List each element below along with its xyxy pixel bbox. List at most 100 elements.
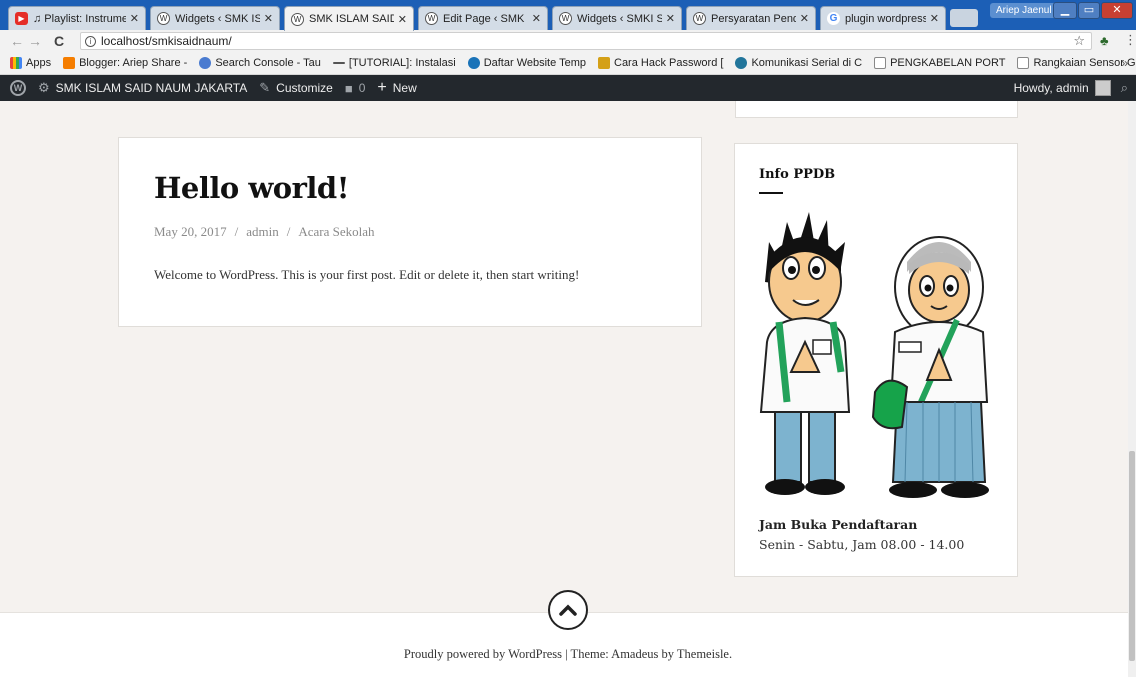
close-tab-icon[interactable]: ✕ [930,12,939,25]
address-bar[interactable]: i localhost/smkisaidnaum/ ☆ [80,32,1092,50]
howdy-label: Howdy, admin [1013,81,1089,95]
bookmark-label: [TUTORIAL]: Instalasi [348,57,456,69]
bookmark-item[interactable]: Rangkaian Sensor Ge [1017,57,1136,69]
post-author[interactable]: admin [246,224,279,239]
widget-subtitle: Jam Buka Pendaftaran [759,517,918,532]
close-tab-icon[interactable]: ✕ [264,12,273,25]
footer-credits[interactable]: Proudly powered by WordPress | Theme: Am… [0,647,1136,662]
bookmark-item[interactable]: Blogger: Ariep Share - [63,57,187,69]
post-excerpt: Welcome to WordPress. This is your first… [154,267,580,282]
tab-title: Persyaratan Pendaft [711,12,796,25]
extension-icon[interactable]: ♣ [1100,33,1109,48]
tab-title: Widgets ‹ SMK ISLA [175,12,260,25]
close-tab-icon[interactable]: ✕ [130,12,139,25]
plus-icon: + [377,79,387,96]
brush-icon: ✎ [259,80,271,95]
browser-toolbar: ← → C i localhost/smkisaidnaum/ ☆ ♣ ⋮ [0,30,1136,52]
post-date[interactable]: May 20, 2017 [154,224,227,239]
boy-student-figure [759,212,851,495]
close-tab-icon[interactable]: ✕ [800,12,809,25]
dash-icon [332,62,345,64]
girl-student-figure [871,236,989,498]
site-name-label: SMK ISLAM SAID NAUM JAKARTA [55,81,248,95]
dashboard-icon: ⚙ [38,80,50,95]
account-menu[interactable]: Howdy, admin ⌕ [1014,75,1128,101]
bookmark-apps[interactable]: Apps [10,57,51,69]
browser-menu-icon[interactable]: ⋮ [1124,32,1136,48]
widget-divider [759,192,783,194]
bookmark-label: Blogger: Ariep Share - [79,57,188,69]
reload-icon[interactable]: C [50,33,68,49]
close-window-button[interactable]: ✕ [1101,2,1133,19]
tab-title: ♫ Playlist: Instrume [33,12,126,25]
site-name-link[interactable]: ⚙ SMK ISLAM SAID NAUM JAKARTA [38,80,247,96]
browser-tab-strip: ▶ ♫ Playlist: Instrume ✕ W Widgets ‹ SMK… [0,0,1136,31]
scrollbar-thumb[interactable] [1129,451,1135,661]
more-bookmarks-button[interactable]: » [1121,56,1128,70]
close-tab-icon[interactable]: ✕ [532,12,541,25]
blogger-icon [63,57,76,69]
customize-label: Customize [276,81,333,95]
browser-tab[interactable]: W Widgets ‹ SMK ISLA ✕ [150,6,280,30]
page-scrollbar[interactable] [1128,101,1136,677]
meta-separator: / [234,224,239,239]
post-meta: May 20, 2017 / admin / Acara Sekolah [154,224,375,240]
close-tab-icon[interactable]: ✕ [666,12,675,25]
minimize-button[interactable]: ▁ [1053,2,1077,19]
apps-grid-icon [10,57,22,69]
bookmark-star-icon[interactable]: ☆ [1073,33,1085,49]
customize-link[interactable]: ✎ Customize [259,80,333,96]
wordpress-icon: W [157,12,170,25]
browser-tab[interactable]: W Widgets ‹ SMKI Said ✕ [552,6,682,30]
bookmarks-bar: Apps Blogger: Ariep Share - Search Conso… [0,52,1136,75]
post-category[interactable]: Acara Sekolah [298,224,374,239]
post-title[interactable]: Hello world! [154,171,349,205]
wordpress-icon [735,57,748,69]
browser-tab[interactable]: ▶ ♫ Playlist: Instrume ✕ [8,6,146,30]
new-label: New [392,81,417,95]
bookmark-item[interactable]: [TUTORIAL]: Instalasi [332,57,456,69]
search-icon[interactable]: ⌕ [1121,80,1128,96]
chevron-up-icon [559,604,577,616]
tab-title: SMK ISLAM SAID N/ [309,13,394,25]
bookmark-label: Search Console - Tau [215,57,321,69]
new-content-link[interactable]: + New [377,79,416,97]
meta-separator: / [286,224,291,239]
maximize-button[interactable]: ▭ [1078,2,1100,19]
bookmark-item[interactable]: Daftar Website Temp [467,57,586,69]
comments-link[interactable]: ■ 0 [345,81,366,96]
bookmark-label: Apps [26,57,52,69]
bookmark-icon [598,57,610,69]
google-icon: G [827,12,840,25]
profile-button[interactable]: Ariep Jaenul [990,3,1058,18]
wp-logo-button[interactable]: W [10,80,26,96]
wordpress-logo-icon: W [10,80,26,96]
forward-icon[interactable]: → [26,33,44,49]
comment-icon: ■ [344,80,353,96]
bookmark-item[interactable]: PENGKABELAN PORT [874,57,1005,69]
bookmark-item[interactable]: Komunikasi Serial di C [735,57,862,69]
tab-title: Widgets ‹ SMKI Said [577,12,662,25]
browser-tab[interactable]: W Persyaratan Pendaft ✕ [686,6,816,30]
wordpress-icon: W [291,12,304,26]
back-icon[interactable]: ← [8,33,26,49]
bookmark-label: Cara Hack Password [ [614,57,724,69]
site-info-icon[interactable]: i [85,35,96,47]
widget-text: Senin - Sabtu, Jam 08.00 - 14.00 [759,537,965,552]
bookmark-item[interactable]: Search Console - Tau [199,57,321,69]
bookmark-label: Komunikasi Serial di C [751,57,863,69]
browser-tab[interactable]: G plugin wordpress ad ✕ [820,6,946,30]
new-tab-button[interactable] [950,9,978,27]
browser-tab-active[interactable]: W SMK ISLAM SAID N/ ✕ [284,6,414,31]
close-tab-icon[interactable]: ✕ [398,13,407,26]
globe-icon [467,57,480,69]
comments-count: 0 [358,81,366,95]
tab-title: Edit Page ‹ SMK ISL/ [443,12,528,25]
url-text: localhost/smkisaidnaum/ [101,34,232,48]
info-ppdb-widget: Info PPDB Jam Buka Pendaftaran Senin - S… [734,143,1018,577]
back-to-top-button[interactable] [548,590,588,630]
browser-tab[interactable]: W Edit Page ‹ SMK ISL/ ✕ [418,6,548,30]
previous-widget-bottom [735,101,1018,118]
bookmark-item[interactable]: Cara Hack Password [ [598,57,723,69]
bookmark-label: Daftar Website Temp [483,57,586,69]
